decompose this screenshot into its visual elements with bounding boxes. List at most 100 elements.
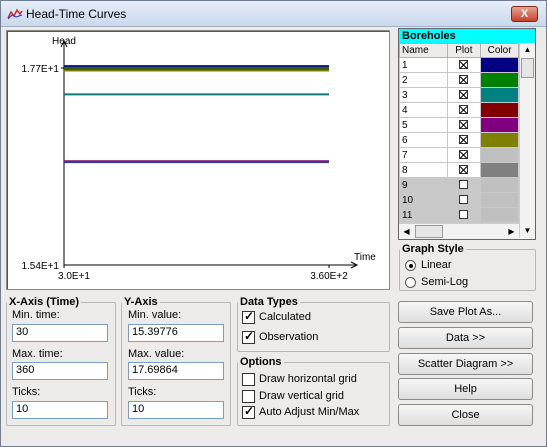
calculated-checkbox[interactable]: [242, 309, 255, 324]
plot-cell[interactable]: [446, 102, 482, 118]
borehole-row[interactable]: 1: [399, 57, 519, 73]
min-time-label: Min. time:: [12, 309, 60, 321]
plot-cell[interactable]: [446, 147, 482, 163]
data-types-title: Data Types: [240, 296, 298, 308]
plot-cell[interactable]: [446, 87, 482, 103]
scatter-diagram-button[interactable]: Scatter Diagram >>: [398, 353, 533, 375]
max-value-input[interactable]: 17.69864: [128, 362, 224, 380]
semilog-radio[interactable]: [405, 277, 416, 288]
x-axis-title: X-Axis (Time): [9, 296, 80, 308]
borehole-row[interactable]: 7: [399, 147, 519, 163]
max-value-label: Max. value:: [128, 348, 185, 360]
min-value-label: Min. value:: [128, 309, 182, 321]
close-button[interactable]: Close: [398, 404, 533, 426]
plot-checkbox[interactable]: [459, 75, 469, 85]
color-swatch[interactable]: [480, 162, 519, 178]
scroll-right-icon[interactable]: ▶: [504, 224, 519, 239]
chart-app-icon: [7, 8, 23, 20]
title-bar: Head-Time Curves X: [1, 1, 546, 27]
plot-cell[interactable]: [446, 57, 482, 73]
color-swatch[interactable]: [480, 147, 519, 163]
x-tick-label: 3.60E+2: [310, 271, 348, 282]
head-time-chart: Head Time 1.77E+1 1.54E+13.0E+1 3.60E+2: [21, 36, 376, 282]
borehole-name: 7: [399, 147, 448, 163]
plot-cell[interactable]: [446, 177, 482, 193]
color-swatch[interactable]: [480, 87, 519, 103]
borehole-name: 11: [399, 207, 448, 223]
observation-checkbox[interactable]: [242, 329, 255, 344]
min-time-input[interactable]: 30: [12, 324, 108, 342]
plot-cell[interactable]: [446, 72, 482, 88]
borehole-row[interactable]: 3: [399, 87, 519, 103]
color-swatch[interactable]: [480, 132, 519, 148]
scroll-up-icon[interactable]: ▲: [520, 43, 535, 57]
plot-cell[interactable]: [446, 207, 482, 223]
scroll-thumb[interactable]: [521, 58, 534, 78]
y-axis-label: Head: [52, 36, 76, 47]
help-button[interactable]: Help: [398, 378, 533, 400]
y-ticks-input[interactable]: 10: [128, 401, 224, 419]
boreholes-table: Name Plot Color 1 2 3 4 5 6 7 8 9 10 11: [399, 43, 519, 223]
plot-cell[interactable]: [446, 132, 482, 148]
plot-checkbox[interactable]: [459, 150, 469, 160]
borehole-row[interactable]: 5: [399, 117, 519, 133]
borehole-row[interactable]: 9: [399, 177, 519, 193]
plot-cell[interactable]: [446, 117, 482, 133]
borehole-name: 9: [399, 177, 448, 193]
col-header-color: Color: [480, 43, 519, 58]
color-swatch[interactable]: [480, 192, 519, 208]
scroll-left-icon[interactable]: ◀: [399, 224, 414, 239]
plot-checkbox[interactable]: [459, 195, 469, 205]
linear-radio[interactable]: [405, 260, 416, 271]
borehole-row[interactable]: 10: [399, 192, 519, 208]
borehole-row[interactable]: 6: [399, 132, 519, 148]
plot-checkbox[interactable]: [459, 90, 469, 100]
plot-cell[interactable]: [446, 192, 482, 208]
borehole-name: 1: [399, 57, 448, 73]
plot-checkbox[interactable]: [459, 180, 469, 190]
color-swatch[interactable]: [480, 72, 519, 88]
max-time-label: Max. time:: [12, 348, 63, 360]
y-ticks-label: Ticks:: [128, 386, 157, 398]
observation-label: Observation: [259, 331, 319, 343]
borehole-row[interactable]: 4: [399, 102, 519, 118]
save-plot-button[interactable]: Save Plot As...: [398, 301, 533, 323]
color-swatch[interactable]: [480, 102, 519, 118]
col-header-name: Name: [399, 43, 448, 58]
color-swatch[interactable]: [480, 57, 519, 73]
hscroll-thumb[interactable]: [415, 225, 443, 238]
scroll-down-icon[interactable]: ▼: [520, 224, 535, 238]
plot-checkbox[interactable]: [459, 210, 469, 220]
x-ticks-input[interactable]: 10: [12, 401, 108, 419]
plot-cell[interactable]: [446, 162, 482, 178]
close-window-button[interactable]: X: [511, 6, 538, 22]
data-button[interactable]: Data >>: [398, 327, 533, 349]
vertical-grid-checkbox[interactable]: [242, 390, 255, 403]
borehole-name: 4: [399, 102, 448, 118]
color-swatch[interactable]: [480, 207, 519, 223]
x-ticks-label: Ticks:: [12, 386, 41, 398]
horizontal-grid-checkbox[interactable]: [242, 373, 255, 386]
plot-checkbox[interactable]: [459, 60, 469, 70]
boreholes-title: Boreholes: [399, 29, 535, 43]
borehole-row[interactable]: 2: [399, 72, 519, 88]
max-time-input[interactable]: 360: [12, 362, 108, 380]
plot-checkbox[interactable]: [459, 165, 469, 175]
boreholes-vertical-scrollbar[interactable]: ▲ ▼: [519, 43, 535, 238]
color-swatch[interactable]: [480, 117, 519, 133]
plot-checkbox[interactable]: [459, 120, 469, 130]
calculated-label: Calculated: [259, 311, 311, 323]
boreholes-horizontal-scrollbar[interactable]: ◀ ▶: [399, 223, 519, 239]
linear-label: Linear: [421, 259, 452, 271]
auto-adjust-checkbox[interactable]: [242, 404, 255, 419]
borehole-row[interactable]: 11: [399, 207, 519, 223]
color-swatch[interactable]: [480, 177, 519, 193]
borehole-name: 8: [399, 162, 448, 178]
plot-checkbox[interactable]: [459, 105, 469, 115]
plot-checkbox[interactable]: [459, 135, 469, 145]
borehole-row[interactable]: 8: [399, 162, 519, 178]
y-tick-label: 1.54E+1: [21, 261, 59, 272]
data-types-group: Data Types: [237, 296, 390, 352]
graph-style-title: Graph Style: [402, 243, 464, 255]
min-value-input[interactable]: 15.39776: [128, 324, 224, 342]
